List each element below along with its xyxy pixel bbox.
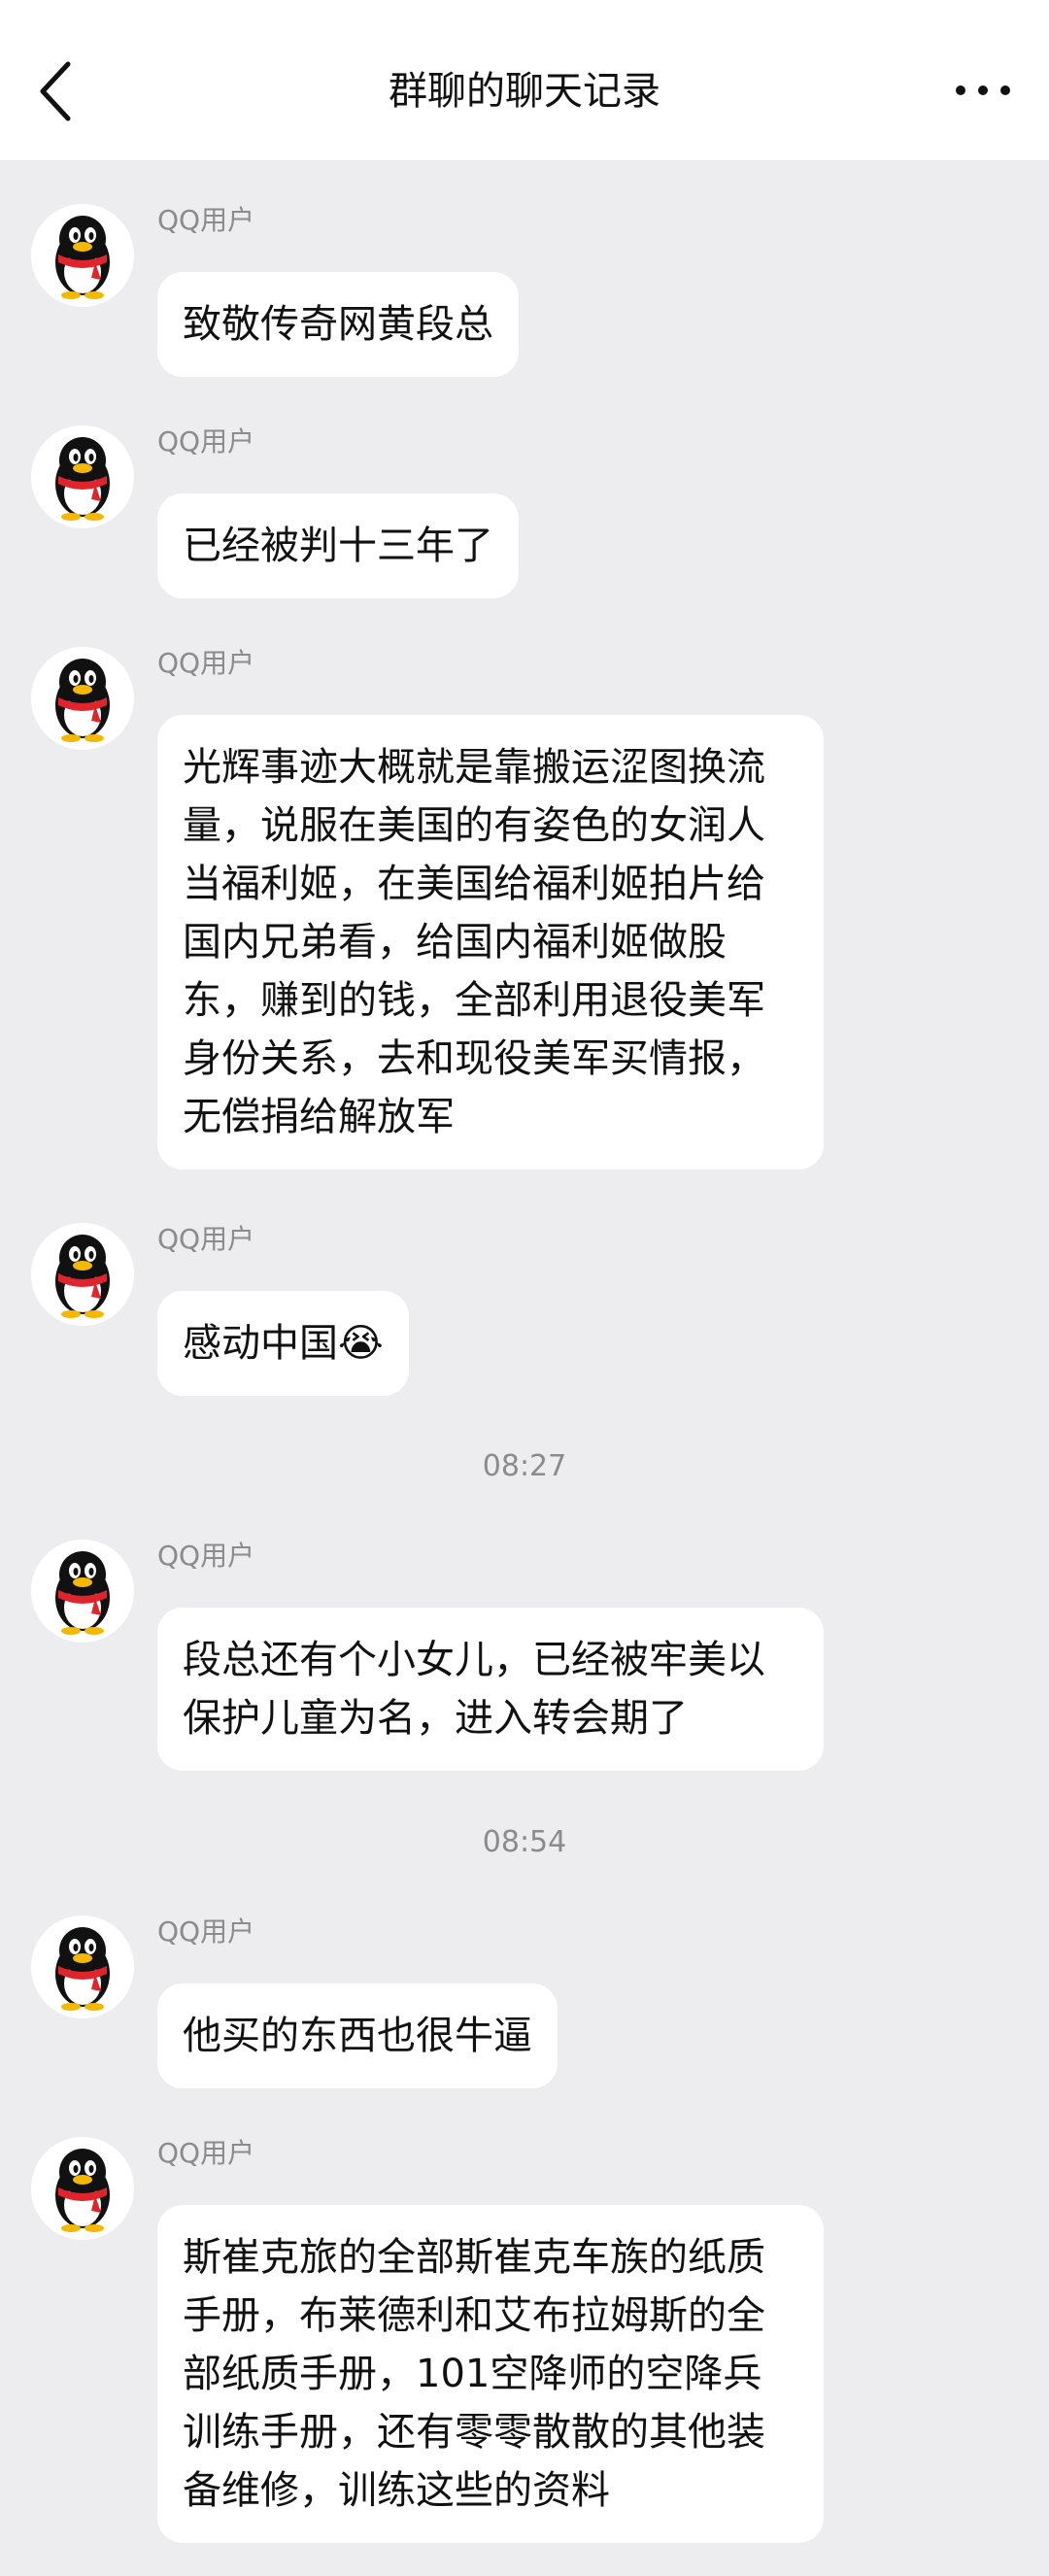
message-bubble[interactable]: 致敬传奇网黄段总 xyxy=(157,272,519,377)
sender-name: QQ用户 xyxy=(157,1223,255,1255)
qq-penguin-avatar-icon xyxy=(31,425,134,528)
more-dots-icon[interactable] xyxy=(956,80,1010,103)
message-bubble[interactable]: 斯崔克旅的全部斯崔克车族的纸质手册，布莱德利和艾布拉姆斯的全部纸质手册，101空… xyxy=(157,2205,824,2543)
avatar[interactable] xyxy=(31,204,134,307)
message-bubble[interactable]: 已经被判十三年了 xyxy=(157,493,519,598)
sender-name: QQ用户 xyxy=(157,204,255,236)
sender-name: QQ用户 xyxy=(157,2137,255,2169)
avatar[interactable] xyxy=(31,425,134,528)
avatar[interactable] xyxy=(31,647,134,750)
page-title: 群聊的聊天记录 xyxy=(389,69,660,114)
message-bubble[interactable]: 他买的东西也很牛逼 xyxy=(157,1983,558,2088)
message-bubble[interactable]: 光辉事迹大概就是靠搬运涩图换流量，说服在美国的有姿色的女润人当福利姬，在美国给福… xyxy=(157,715,824,1169)
sender-name: QQ用户 xyxy=(157,425,255,458)
qq-penguin-avatar-icon xyxy=(31,204,134,307)
timestamp: 08:54 xyxy=(482,1825,567,1859)
sender-name: QQ用户 xyxy=(157,647,255,679)
chat-history[interactable]: QQ用户 致敬传奇网黄段总 QQ用户 已经被判十三年了 QQ用户 光辉事迹大概就… xyxy=(0,160,1049,2576)
avatar[interactable] xyxy=(31,1540,134,1643)
qq-penguin-avatar-icon xyxy=(31,1223,134,1326)
avatar[interactable] xyxy=(31,1223,134,1326)
message-bubble[interactable]: 感动中国😭 xyxy=(157,1291,409,1396)
sender-name: QQ用户 xyxy=(157,1540,255,1572)
message-bubble[interactable]: 段总还有个小女儿，已经被牢美以保护儿童为名，进入转会期了 xyxy=(157,1608,824,1771)
timestamp: 08:27 xyxy=(482,1449,567,1483)
avatar[interactable] xyxy=(31,1915,134,2018)
qq-penguin-avatar-icon xyxy=(31,647,134,750)
qq-penguin-avatar-icon xyxy=(31,1915,134,2018)
avatar[interactable] xyxy=(31,2137,134,2240)
sender-name: QQ用户 xyxy=(157,1915,255,1948)
top-bar: 群聊的聊天记录 xyxy=(0,0,1049,160)
qq-penguin-avatar-icon xyxy=(31,1540,134,1643)
qq-penguin-avatar-icon xyxy=(31,2137,134,2240)
